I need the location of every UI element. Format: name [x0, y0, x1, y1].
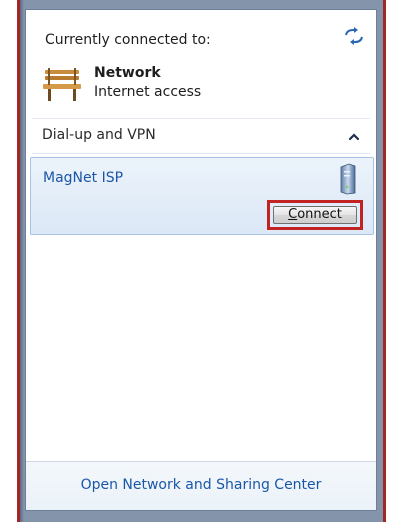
park-bench-icon [43, 68, 81, 101]
network-status: Internet access [94, 84, 202, 100]
connect-label-rest: onnect [297, 207, 342, 222]
connect-accesskey: C [288, 207, 298, 222]
section-divider [32, 118, 370, 119]
section-divider [32, 153, 370, 154]
connected-section-header: Currently connected to: [45, 32, 211, 48]
network-flyout-panel: Currently connected to: Network Internet… [25, 9, 377, 511]
connect-button-highlight: Connect [267, 200, 363, 230]
dialup-vpn-section-header[interactable]: Dial-up and VPN [42, 127, 156, 143]
connection-name: MagNet ISP [43, 170, 124, 186]
refresh-icon[interactable] [343, 27, 365, 45]
flyout-footer: Open Network and Sharing Center [26, 461, 376, 510]
connect-button[interactable]: Connect [273, 206, 357, 224]
connection-item-magnet-isp[interactable]: MagNet ISP Connect [30, 157, 374, 235]
chevron-up-icon[interactable] [346, 129, 362, 145]
network-name: Network [94, 65, 161, 81]
open-network-sharing-center-link[interactable]: Open Network and Sharing Center [26, 477, 376, 493]
dialup-modem-icon [340, 163, 356, 195]
